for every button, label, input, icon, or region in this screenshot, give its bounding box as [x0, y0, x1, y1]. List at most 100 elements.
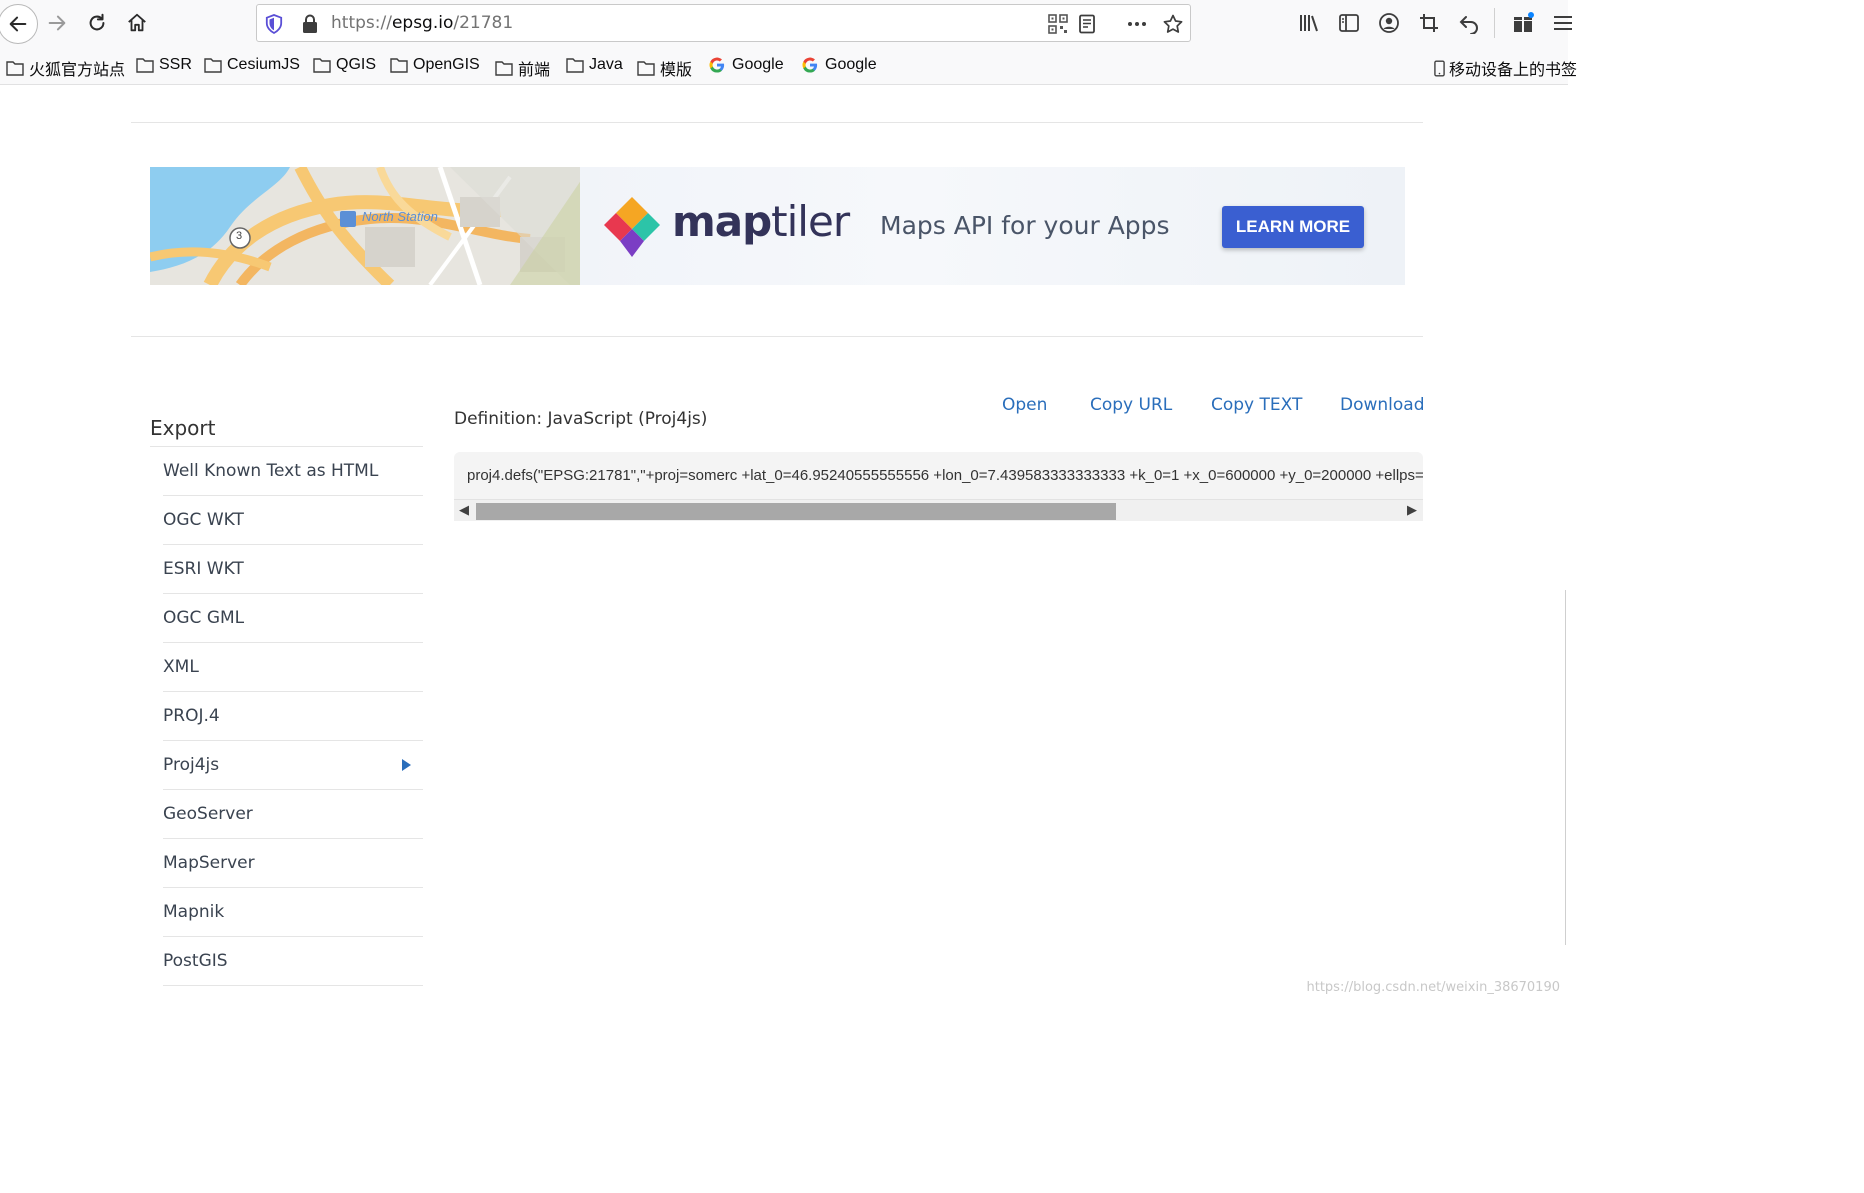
download-link[interactable]: Download: [1340, 395, 1425, 415]
reload-button[interactable]: [80, 6, 114, 40]
export-item[interactable]: PROJ.4: [163, 692, 423, 741]
folder-icon: [495, 61, 513, 76]
scrollbar-thumb[interactable]: [476, 503, 1116, 520]
export-item-label: ESRI WKT: [163, 559, 244, 579]
bookmarks-toolbar: 火狐官方站点 SSR CesiumJS QGIS OpenGIS 前端 Java…: [0, 47, 1577, 85]
export-item-label: PROJ.4: [163, 706, 220, 726]
folder-icon: [313, 58, 331, 73]
export-item-label: Mapnik: [163, 902, 225, 922]
reload-icon: [89, 13, 105, 31]
divider: [131, 336, 1423, 337]
home-icon: [128, 13, 146, 32]
bookmark-label: Google: [825, 56, 877, 73]
export-item[interactable]: PostGIS: [163, 937, 423, 986]
bookmark-label: Google: [732, 56, 784, 73]
watermark-text: https://blog.csdn.net/weixin_38670190: [1306, 980, 1560, 995]
definition-title: Definition: JavaScript (Proj4js): [454, 409, 708, 429]
address-bar[interactable]: https://epsg.io/21781: [256, 4, 1191, 42]
mobile-bookmarks-label: 移动设备上的书签: [1449, 62, 1578, 79]
crop-screenshot-icon[interactable]: [1418, 12, 1440, 34]
copy-url-link[interactable]: Copy URL: [1090, 395, 1172, 415]
export-item[interactable]: Mapnik: [163, 888, 423, 937]
undo-icon[interactable]: [1458, 12, 1480, 34]
lock-icon[interactable]: [301, 14, 319, 34]
folder-icon: [6, 61, 24, 76]
folder-icon: [637, 61, 655, 76]
mobile-bookmarks[interactable]: 移动设备上的书签: [1434, 56, 1577, 80]
export-item[interactable]: ESRI WKT: [163, 545, 423, 594]
train-station-icon: [340, 211, 356, 227]
selected-arrow-icon: [402, 759, 411, 771]
map-illustration: [150, 167, 610, 285]
export-item[interactable]: Well Known Text as HTML: [163, 447, 423, 496]
page-edge-divider: [1565, 590, 1566, 945]
export-heading: Export: [150, 416, 216, 440]
folder-icon: [390, 58, 408, 73]
reader-view-icon[interactable]: [1077, 14, 1097, 34]
export-item-label: OGC GML: [163, 608, 245, 628]
library-icon[interactable]: [1298, 12, 1320, 34]
export-item-label: GeoServer: [163, 804, 253, 824]
tracking-shield-icon[interactable]: [265, 14, 283, 34]
horizontal-scrollbar[interactable]: ◀ ▶: [454, 499, 1423, 521]
extensions-gift-icon[interactable]: [1512, 12, 1534, 34]
google-icon: [802, 57, 818, 73]
bookmark-label: Java: [589, 56, 623, 73]
scroll-right-arrow-icon[interactable]: ▶: [1405, 504, 1419, 518]
bookmark-star-icon[interactable]: [1163, 14, 1183, 34]
forward-button[interactable]: [40, 6, 74, 40]
scroll-left-arrow-icon[interactable]: ◀: [457, 504, 471, 518]
export-item-label: MapServer: [163, 853, 255, 873]
toolbar-separator: [1494, 8, 1495, 38]
export-item[interactable]: OGC WKT: [163, 496, 423, 545]
open-link[interactable]: Open: [1002, 395, 1047, 415]
bookmark-item[interactable]: OpenGIS: [390, 56, 480, 74]
banner-tagline: Maps API for your Apps: [880, 211, 1170, 240]
export-item-label: Proj4js: [163, 755, 220, 775]
url-text[interactable]: https://epsg.io/21781: [331, 13, 513, 33]
bookmark-item[interactable]: CesiumJS: [204, 56, 300, 74]
definition-code[interactable]: proj4.defs("EPSG:21781","+proj=somerc +l…: [467, 467, 1423, 484]
arrow-right-icon: [48, 15, 66, 31]
back-button[interactable]: [0, 4, 38, 44]
menu-icon[interactable]: [1552, 12, 1574, 34]
export-item-label: XML: [163, 657, 199, 677]
sidebar-icon[interactable]: [1338, 12, 1360, 34]
qr-code-icon[interactable]: [1048, 14, 1068, 34]
bookmark-item[interactable]: 模版: [637, 56, 692, 80]
export-item-label: OGC WKT: [163, 510, 244, 530]
more-actions-icon[interactable]: [1127, 14, 1147, 34]
maptiler-ad-banner[interactable]: North Station 3 maptiler Maps API for yo…: [150, 167, 1405, 285]
export-item[interactable]: MapServer: [163, 839, 423, 888]
copy-text-link[interactable]: Copy TEXT: [1211, 395, 1302, 415]
home-button[interactable]: [120, 6, 154, 40]
export-item[interactable]: GeoServer: [163, 790, 423, 839]
bookmark-item[interactable]: QGIS: [313, 56, 376, 74]
bookmark-item[interactable]: 前端: [495, 56, 550, 80]
export-item[interactable]: OGC GML: [163, 594, 423, 643]
bookmark-item[interactable]: Google: [802, 56, 877, 74]
bookmark-label: 模版: [660, 62, 693, 79]
definition-code-box[interactable]: proj4.defs("EPSG:21781","+proj=somerc +l…: [454, 452, 1423, 521]
folder-icon: [566, 58, 584, 73]
mobile-device-icon: [1434, 59, 1445, 77]
bookmark-item[interactable]: SSR: [136, 56, 192, 74]
browser-toolbar: https://epsg.io/21781: [0, 0, 1572, 47]
bookmark-label: 前端: [518, 62, 551, 79]
bookmark-item[interactable]: 火狐官方站点: [6, 56, 125, 80]
export-item[interactable]: Proj4js: [163, 741, 423, 790]
bookmark-item[interactable]: Google: [709, 56, 784, 74]
bookmark-label: OpenGIS: [413, 56, 480, 73]
bookmark-label: 火狐官方站点: [29, 62, 126, 79]
map-station-label: North Station: [362, 209, 438, 224]
account-icon[interactable]: [1378, 12, 1400, 34]
bookmark-label: QGIS: [336, 56, 377, 73]
folder-icon: [136, 58, 154, 73]
export-item[interactable]: XML: [163, 643, 423, 692]
bookmark-label: CesiumJS: [227, 56, 300, 73]
divider: [131, 122, 1423, 123]
maptiler-wordmark: maptiler: [672, 197, 850, 246]
learn-more-button[interactable]: LEARN MORE: [1222, 206, 1364, 248]
bookmark-item[interactable]: Java: [566, 56, 623, 74]
export-item-label: PostGIS: [163, 951, 228, 971]
